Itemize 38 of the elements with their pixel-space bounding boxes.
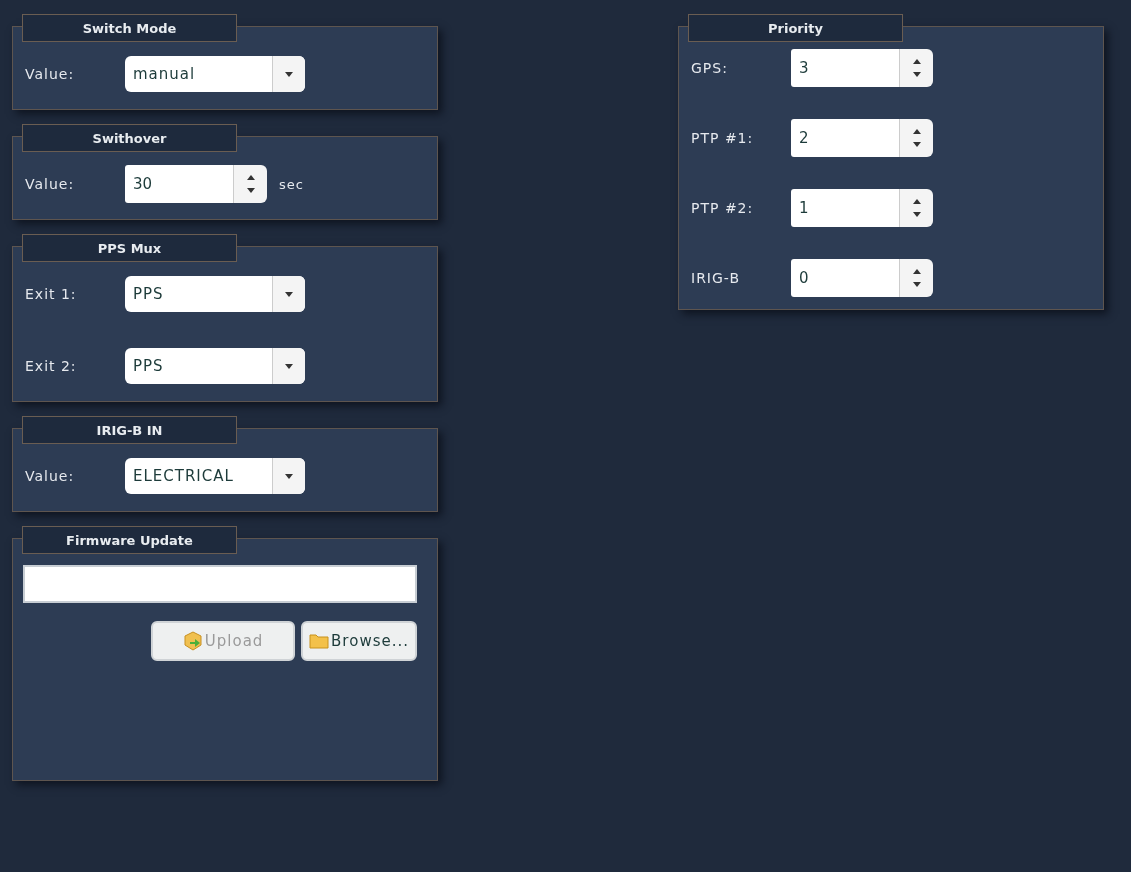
field-label: IRIG-B [691,270,741,286]
panel-title: PPS Mux [22,234,237,262]
field-label: Exit 2: [25,358,78,374]
caret-icon [285,473,293,479]
spinner-buttons[interactable] [899,189,933,227]
package-icon [182,631,203,651]
dropdown[interactable]: manual [125,56,305,92]
dropdown[interactable]: ELECTRICAL [125,458,305,494]
panel-title: Firmware Update [22,526,237,554]
dropdown[interactable]: PPS [125,348,305,384]
spinner-buttons[interactable] [899,259,933,297]
number-field[interactable]: 30 [125,165,233,203]
field-label: Value: [25,468,76,484]
caret-icon [285,363,293,369]
folder-icon [309,633,330,649]
caret-icon [285,291,293,297]
spinner-buttons[interactable] [899,49,933,87]
number-field[interactable]: 2 [791,119,899,157]
field-label: Exit 1: [25,286,78,302]
field-label: GPS: [691,60,729,76]
unit-label: sec [279,176,304,192]
number-field[interactable]: 1 [791,189,899,227]
spinner-buttons[interactable] [233,165,267,203]
panel-title: Swithover [22,124,237,152]
panel-title: IRIG-B IN [22,416,237,444]
file-path-field[interactable] [23,565,417,603]
field-label: PTP #1: [691,130,755,146]
spinner-buttons[interactable] [899,119,933,157]
dropdown[interactable]: PPS [125,276,305,312]
panel-title: Priority [688,14,903,42]
field-label: Value: [25,66,76,82]
number-field[interactable]: 3 [791,49,899,87]
field-label: Value: [25,176,76,192]
panel-title: Switch Mode [22,14,237,42]
field-label: PTP #2: [691,200,755,216]
caret-icon [285,71,293,77]
number-field[interactable]: 0 [791,259,899,297]
browse-button[interactable]: Browse... [301,621,417,661]
